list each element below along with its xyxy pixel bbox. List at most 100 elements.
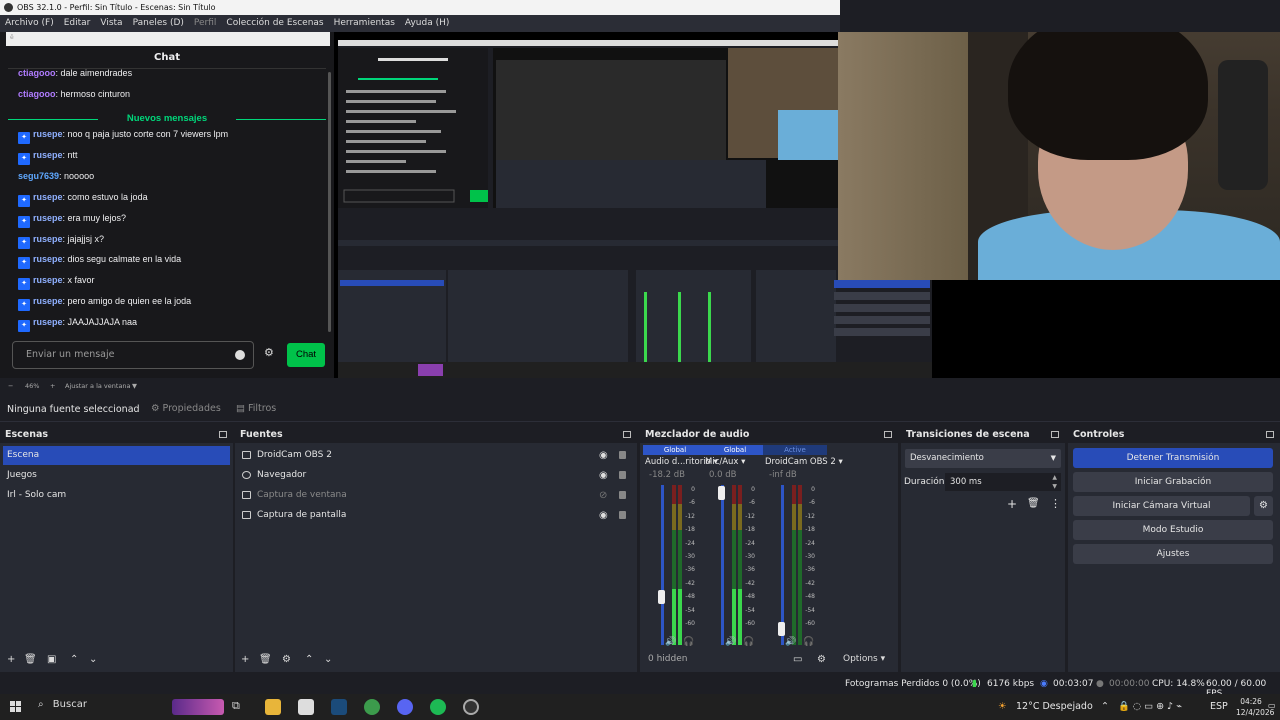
- settings-button[interactable]: Ajustes: [1073, 544, 1273, 564]
- sources-toolbar: + 🗑 ⚙ ⌃ ⌄: [235, 649, 637, 671]
- search-highlight-icon[interactable]: [172, 699, 224, 715]
- spotify-icon[interactable]: [430, 699, 446, 715]
- badge-icon: ✦: [18, 195, 30, 207]
- steam-icon[interactable]: [331, 699, 347, 715]
- monitor-headphones-icon[interactable]: 🎧: [683, 637, 694, 647]
- transitions-title: Transiciones de escena: [901, 427, 1065, 443]
- chat-message: ✦ rusepe: dios segu calmate en la vida: [18, 254, 181, 269]
- menu-vista[interactable]: Vista: [95, 15, 127, 32]
- remove-transition-icon[interactable]: 🗑: [1027, 498, 1040, 509]
- tray-icons[interactable]: 🔒 ◌ ▭ ⊕ ♪ ⌁: [1118, 701, 1182, 712]
- browser-source-icon: [242, 471, 251, 479]
- source-item[interactable]: DroidCam OBS 2 ◉: [239, 446, 629, 465]
- chevron-down-icon[interactable]: ▼: [132, 382, 137, 390]
- add-scene-icon[interactable]: +: [7, 654, 15, 665]
- monitor-headphones-icon[interactable]: 🎧: [803, 637, 814, 647]
- menu-archivo[interactable]: Archivo (F): [0, 15, 59, 32]
- remove-scene-icon[interactable]: 🗑: [24, 654, 37, 665]
- remove-source-icon[interactable]: 🗑: [259, 654, 272, 665]
- mixer-settings-icon[interactable]: ⚙: [817, 654, 826, 665]
- menu-perfil[interactable]: Perfil: [189, 15, 222, 32]
- properties-button[interactable]: ⚙ Propiedades: [151, 403, 221, 414]
- volume-fader[interactable]: [781, 485, 784, 645]
- mute-icon[interactable]: 🔊: [665, 637, 676, 647]
- mixer-toolbar: 0 hidden ▭ ⚙ Options ▾: [640, 649, 898, 671]
- fader-handle[interactable]: [658, 590, 665, 604]
- zoom-fit-select[interactable]: Ajustar a la ventana: [65, 382, 131, 390]
- filters-button[interactable]: ▤ Filtros: [236, 403, 276, 414]
- discord-icon[interactable]: [397, 699, 413, 715]
- move-down-icon[interactable]: ⌄: [324, 654, 332, 665]
- mixer-options-button[interactable]: Options ▾: [843, 654, 885, 664]
- scenes-toolbar: + 🗑 ▣ ⌃ ⌄: [0, 649, 233, 671]
- scene-item[interactable]: Irl - Solo cam: [3, 486, 230, 505]
- lock-icon: [619, 511, 626, 519]
- obs-taskbar-icon[interactable]: [463, 699, 479, 715]
- source-item[interactable]: Captura de pantalla ◉: [239, 506, 629, 525]
- start-virtual-camera-button[interactable]: Iniciar Cámara Virtual: [1073, 496, 1250, 516]
- scene-filters-icon[interactable]: ▣: [47, 654, 56, 665]
- channel-name[interactable]: DroidCam OBS 2 ▾: [765, 457, 843, 467]
- float-icon[interactable]: [623, 431, 631, 438]
- zoom-out-icon[interactable]: −: [8, 382, 13, 390]
- fader-handle[interactable]: [778, 622, 785, 636]
- virtual-camera-settings-icon[interactable]: ⚙: [1254, 496, 1273, 516]
- move-up-icon[interactable]: ⌃: [70, 654, 78, 665]
- chat-message: ✦ rusepe: pero amigo de quien ee la joda: [18, 296, 191, 311]
- language-indicator[interactable]: ESP: [1210, 701, 1228, 712]
- source-item[interactable]: Navegador ◉: [239, 466, 629, 485]
- move-up-icon[interactable]: ⌃: [305, 654, 313, 665]
- task-view-icon[interactable]: ⧉: [232, 699, 248, 715]
- menu-ayuda[interactable]: Ayuda (H): [400, 15, 454, 32]
- window-titlebar: OBS 32.1.0 - Perfil: Sin Título - Escena…: [0, 0, 840, 15]
- hidden-count: 0 hidden: [648, 654, 688, 664]
- menu-paneles[interactable]: Paneles (D): [128, 15, 189, 32]
- controls-dock: Controles Detener Transmisión Iniciar Gr…: [1068, 427, 1280, 672]
- volume-fader[interactable]: [721, 485, 724, 645]
- float-icon[interactable]: [219, 431, 227, 438]
- capcut-icon[interactable]: [298, 699, 314, 715]
- start-recording-button[interactable]: Iniciar Grabación: [1073, 472, 1273, 492]
- duration-spinbox[interactable]: 300 ms ▲ ▼: [945, 473, 1061, 491]
- menu-editar[interactable]: Editar: [59, 15, 96, 32]
- studio-mode-button[interactable]: Modo Estudio: [1073, 520, 1273, 540]
- add-transition-icon[interactable]: +: [1007, 497, 1017, 511]
- add-source-icon[interactable]: +: [241, 654, 249, 665]
- weather-icon: ☀: [998, 701, 1007, 712]
- float-icon[interactable]: [884, 431, 892, 438]
- stepper-icon: ▲ ▼: [1052, 474, 1057, 490]
- notification-icon[interactable]: ▭: [1268, 701, 1276, 710]
- zoom-in-icon[interactable]: +: [50, 382, 55, 390]
- chat-top-field: ê: [6, 32, 330, 46]
- menu-herramientas[interactable]: Herramientas: [329, 15, 400, 32]
- preview-canvas[interactable]: ê Chat ctiagooo: dale aimendrades ctiago…: [0, 32, 1280, 378]
- monitor-headphones-icon[interactable]: 🎧: [743, 637, 754, 647]
- more-options-icon[interactable]: ⋮: [1050, 497, 1061, 510]
- float-icon[interactable]: [1051, 431, 1059, 438]
- file-explorer-icon[interactable]: [265, 699, 281, 715]
- mute-icon[interactable]: 🔊: [785, 637, 796, 647]
- menu-coleccion-escenas[interactable]: Colección de Escenas: [221, 15, 328, 32]
- mixer-layout-icon[interactable]: ▭: [793, 654, 802, 665]
- windows-start-icon[interactable]: [10, 701, 22, 713]
- fader-handle[interactable]: [718, 486, 725, 500]
- tray-chevron-icon[interactable]: ⌃: [1101, 701, 1109, 712]
- mute-icon[interactable]: 🔊: [725, 637, 736, 647]
- taskbar-search[interactable]: ⌕ Buscar: [38, 699, 87, 710]
- chat-header: Chat: [154, 52, 180, 63]
- scene-item[interactable]: Juegos: [3, 466, 230, 485]
- move-down-icon[interactable]: ⌄: [89, 654, 97, 665]
- channel-name[interactable]: Mic/Aux ▾: [705, 457, 745, 467]
- transition-select[interactable]: Desvanecimiento ▼: [905, 449, 1061, 468]
- taskbar-clock[interactable]: 04:26 12/4/2026: [1236, 696, 1274, 718]
- mixer-title: Mezclador de audio: [640, 427, 898, 443]
- chrome-icon[interactable]: [364, 699, 380, 715]
- float-icon[interactable]: [1266, 431, 1274, 438]
- stop-streaming-button[interactable]: Detener Transmisión: [1073, 448, 1273, 468]
- source-item[interactable]: Captura de ventana ⊘: [239, 486, 629, 505]
- hidden-eye-icon: ⊘: [599, 490, 608, 501]
- source-properties-icon[interactable]: ⚙: [282, 654, 291, 665]
- volume-fader[interactable]: [661, 485, 664, 645]
- level-meter: [732, 485, 736, 645]
- scene-item[interactable]: Escena: [3, 446, 230, 465]
